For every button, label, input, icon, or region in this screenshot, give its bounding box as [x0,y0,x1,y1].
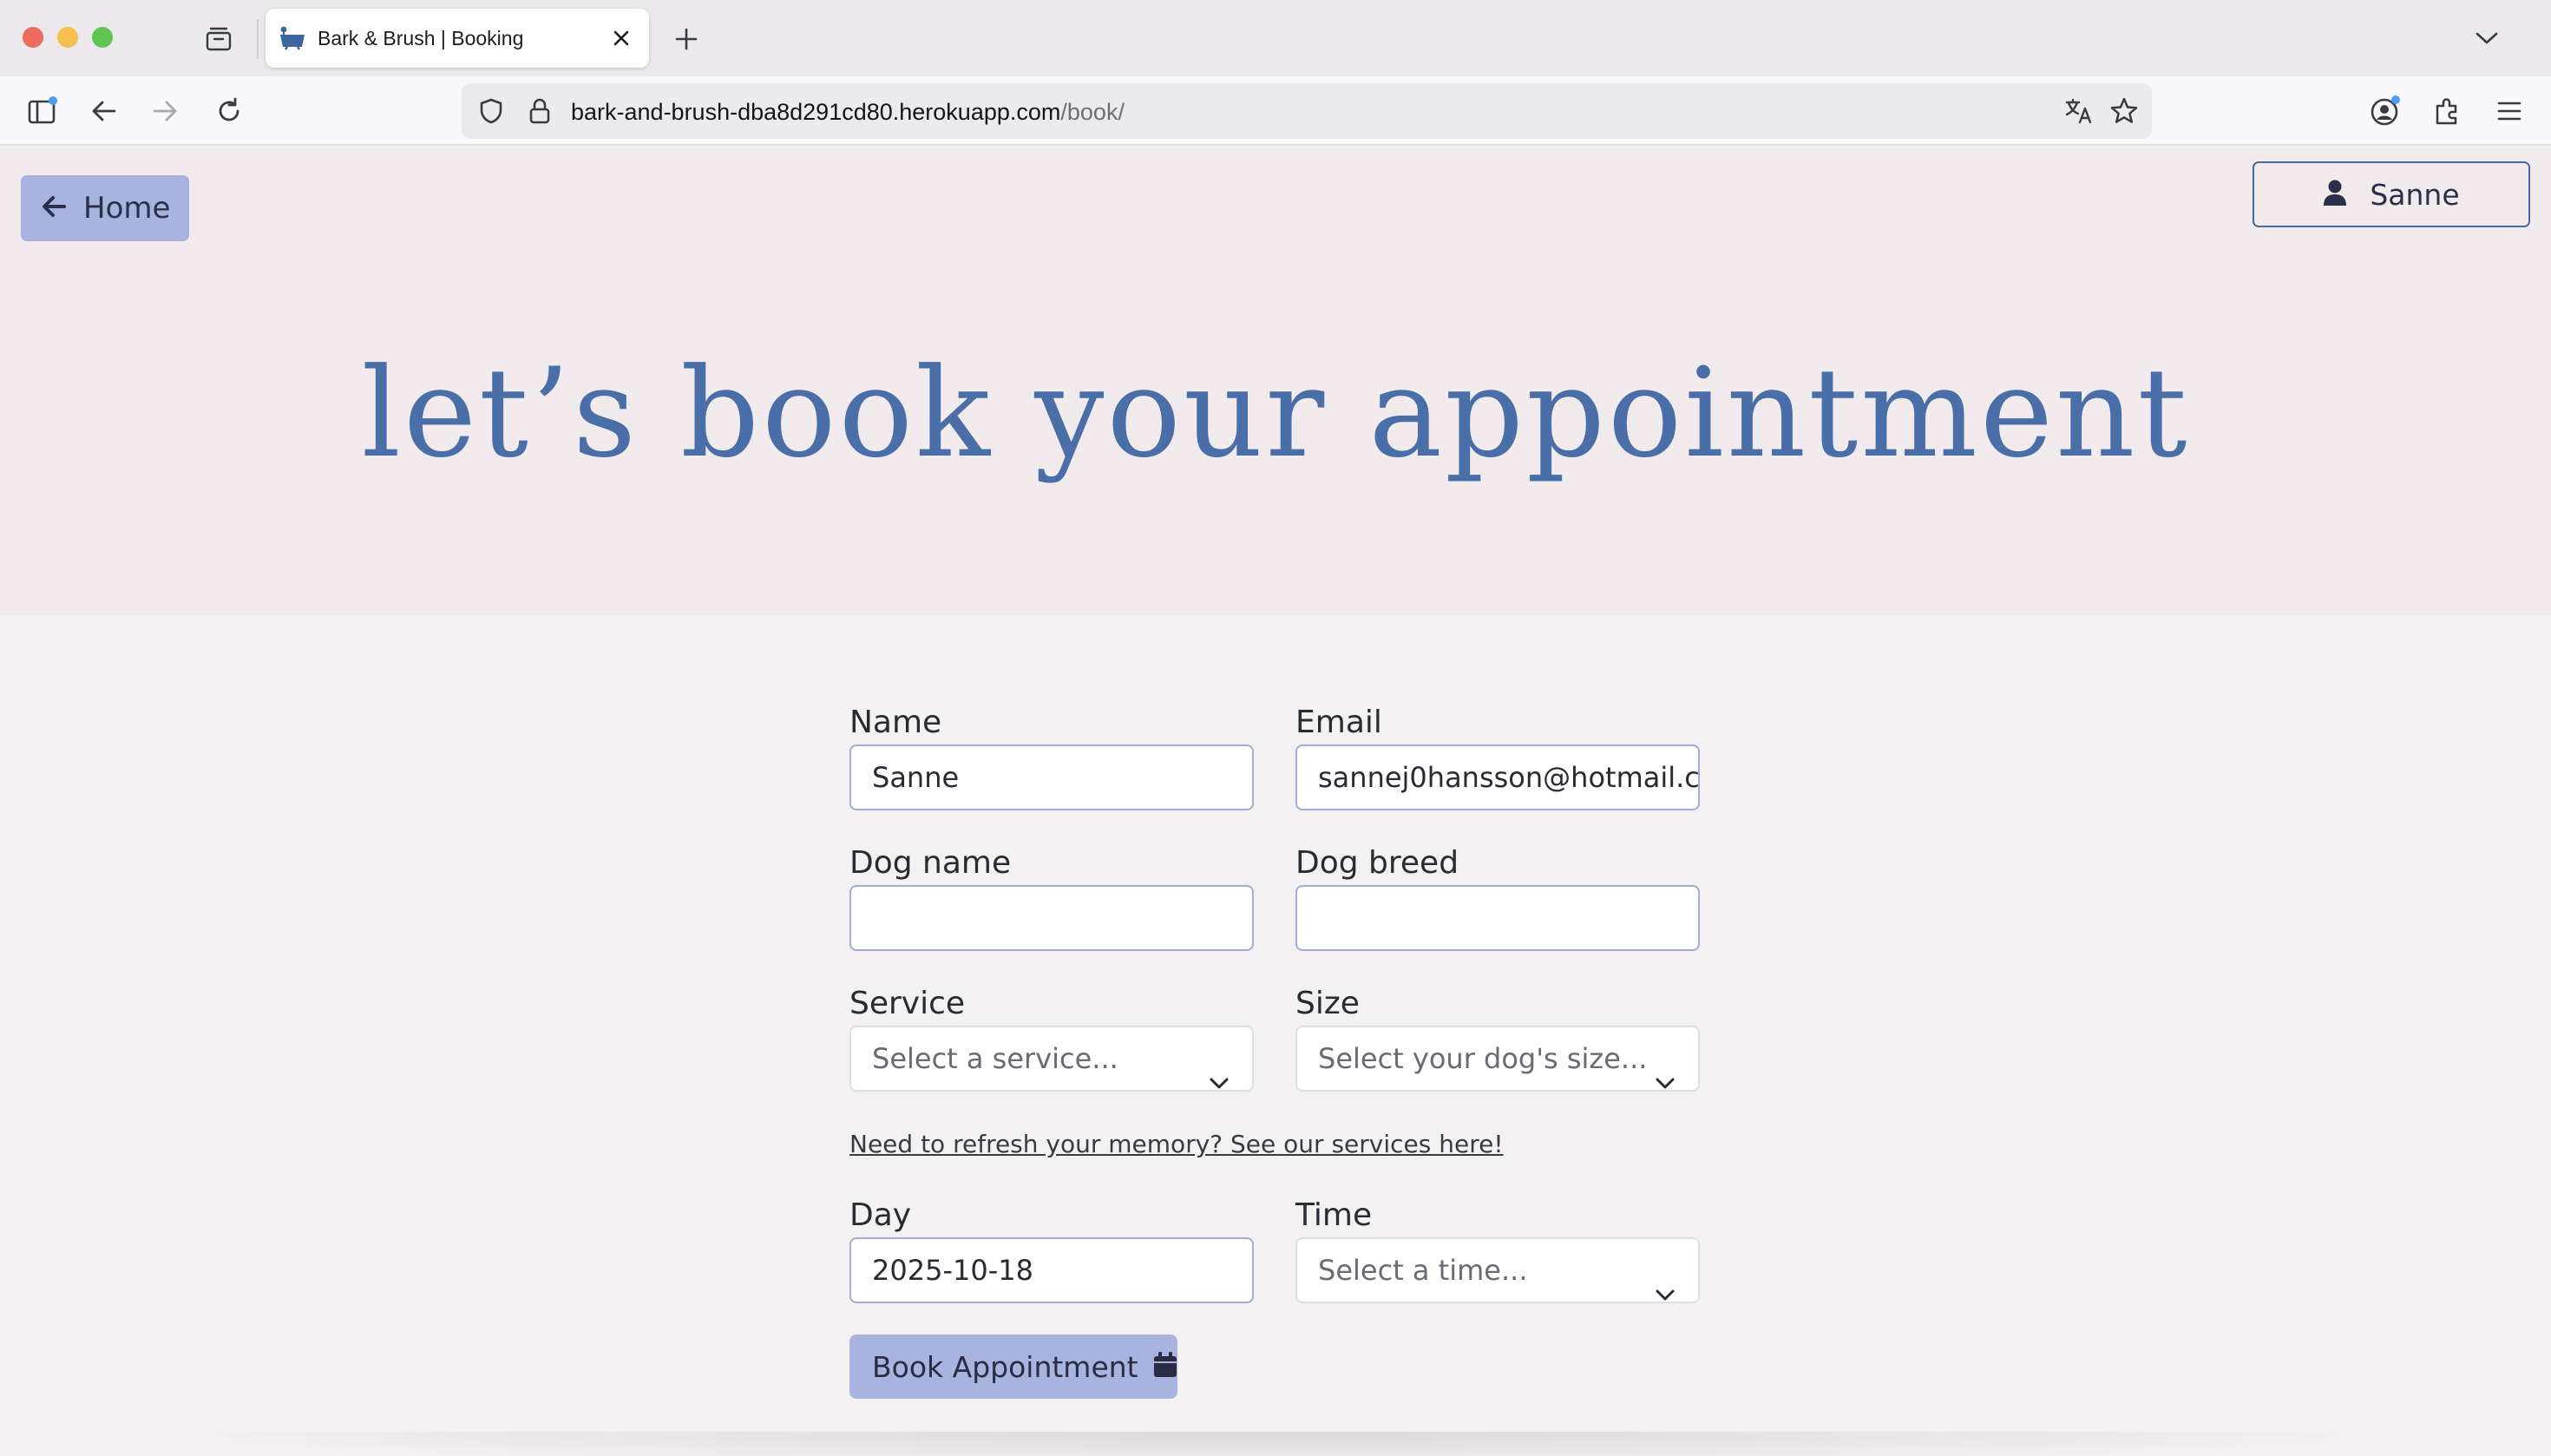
url-path: /book/ [1060,99,1125,125]
book-appointment-label: Book Appointment [872,1349,1138,1384]
day-input[interactable]: 2025-10-18 [849,1237,1254,1303]
user-button-label: Sanne [2370,177,2460,212]
back-icon[interactable] [85,92,123,130]
name-label: Name [849,705,942,740]
active-tab[interactable]: Bark & Brush | Booking [266,9,649,68]
dog-name-input[interactable] [849,885,1254,951]
extensions-icon[interactable] [2428,92,2466,130]
tab-groups-icon[interactable] [201,24,236,54]
dog-breed-field-group: Dog breed [1295,842,1700,951]
page-bottom-shadow [121,1432,2430,1456]
account-icon[interactable] [2365,92,2403,130]
name-field-group: Name Sanne [849,701,1254,810]
time-select-value: Select a time... [1318,1254,1528,1287]
hero-section: Home Sanne let’s book your appointment [0,148,2551,616]
time-field-group: Time Select a time... [1295,1194,1700,1303]
name-input[interactable]: Sanne [849,744,1254,810]
book-appointment-button[interactable]: Book Appointment [849,1335,1177,1399]
reload-icon[interactable] [210,92,248,130]
service-select[interactable]: Select a service... [849,1026,1254,1092]
day-label: Day [849,1197,912,1233]
service-select-value: Select a service... [872,1042,1118,1075]
user-icon [2323,179,2347,210]
size-label: Size [1295,986,1360,1021]
chevron-down-icon [1209,1050,1230,1090]
dog-breed-label: Dog breed [1295,845,1459,881]
dog-name-label: Dog name [849,845,1012,881]
sidebar-icon[interactable] [23,92,61,130]
arrow-left-icon [40,194,68,222]
size-select[interactable]: Select your dog's size... [1295,1026,1700,1092]
forward-icon[interactable] [146,92,184,130]
services-link[interactable]: Need to refresh your memory? See our ser… [849,1130,1504,1158]
browser-tab-bar: Bark & Brush | Booking [0,0,2551,76]
address-bar[interactable]: bark-and-brush-dba8d291cd80.herokuapp.co… [462,83,2152,139]
home-button[interactable]: Home [21,175,189,241]
size-field-group: Size Select your dog's size... [1295,982,1700,1092]
size-select-value: Select your dog's size... [1318,1042,1648,1075]
close-icon[interactable] [606,23,637,54]
lock-icon[interactable] [524,95,555,127]
time-label: Time [1295,1197,1373,1233]
email-field-group: Email sannej0hansson@hotmail.com [1295,701,1700,810]
dog-breed-input[interactable] [1295,885,1700,951]
page-title: let’s book your appointment [361,342,2190,485]
url-host: bark-and-brush-dba8d291cd80.herokuapp.co… [571,99,1061,125]
tab-title: Bark & Brush | Booking [318,27,524,49]
maximize-window-button[interactable] [92,27,113,48]
service-label: Service [849,986,966,1021]
service-field-group: Service Select a service... [849,982,1254,1092]
chevron-down-icon [1655,1050,1676,1090]
day-field-group: Day 2025-10-18 [849,1194,1254,1303]
menu-icon[interactable] [2490,92,2528,130]
url-text[interactable]: bark-and-brush-dba8d291cd80.herokuapp.co… [571,99,1125,126]
time-select[interactable]: Select a time... [1295,1237,1700,1303]
shield-icon[interactable] [475,95,507,127]
dog-bath-icon [278,24,307,52]
dog-name-field-group: Dog name [849,842,1254,951]
chevron-down-icon[interactable] [2469,23,2504,54]
translate-icon[interactable] [2062,94,2096,128]
browser-nav-bar: bark-and-brush-dba8d291cd80.herokuapp.co… [0,76,2551,146]
email-input[interactable]: sannej0hansson@hotmail.com [1295,744,1700,810]
chevron-down-icon [1655,1262,1676,1302]
minimize-window-button[interactable] [57,27,78,48]
home-button-label: Home [83,191,171,226]
email-label: Email [1295,705,1382,740]
calendar-icon [1152,1351,1178,1382]
close-window-button[interactable] [23,27,43,48]
tab-separator [257,19,259,59]
plus-icon[interactable] [668,21,705,57]
user-account-button[interactable]: Sanne [2253,161,2530,227]
star-icon[interactable] [2107,94,2141,128]
